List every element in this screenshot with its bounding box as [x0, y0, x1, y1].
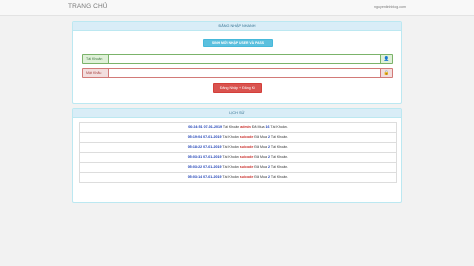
user-icon: 👤	[380, 55, 392, 63]
history-suffix: Tài Khoản.	[269, 135, 289, 139]
generate-credentials-button[interactable]: SINH MỚI NHẬP USER VÀ PASS	[203, 39, 273, 47]
home-link[interactable]: TRANG CHỦ	[68, 3, 108, 10]
history-user: suicode	[239, 135, 254, 139]
username-label: Tài Khoản	[83, 55, 109, 63]
history-time: 06:24:51 07-01-2019	[188, 125, 222, 129]
history-middle: Đã Mua	[253, 155, 268, 159]
history-row: 05:03:14 07-01-2019 Tài Khoản suicode Đã…	[79, 172, 397, 183]
history-panel-title: LỊCH SỬ	[73, 109, 401, 118]
password-label: Mật Khẩu	[83, 69, 109, 77]
site-link[interactable]: nguyenlinhblog.com	[374, 5, 406, 9]
password-field: Mật Khẩu 🔒	[82, 68, 393, 78]
history-user: suicode	[239, 145, 254, 149]
password-input[interactable]	[110, 69, 380, 77]
history-suffix: Tài Khoản.	[269, 155, 289, 159]
history-prefix: Tài Khoản	[221, 165, 240, 169]
history-suffix: Tài Khoản.	[269, 125, 288, 129]
history-middle: Đã Mua	[253, 175, 268, 179]
history-prefix: Tài Khoản	[221, 145, 240, 149]
username-input[interactable]	[110, 55, 380, 63]
history-time: 05:19:04 07-01-2019	[187, 135, 222, 139]
history-middle: Đã Mua	[253, 165, 268, 169]
history-user: suicode	[239, 165, 254, 169]
history-time: 05:18:22 07-01-2019	[187, 145, 222, 149]
lock-icon: 🔒	[380, 69, 392, 77]
history-suffix: Tài Khoản.	[269, 175, 289, 179]
login-register-button[interactable]: Đăng Nhập + Đăng Kí	[213, 83, 262, 93]
history-prefix: Tài Khoản	[221, 155, 240, 159]
history-list: 06:24:51 07-01-2019 Tài Khoản admin Đã M…	[79, 122, 397, 183]
history-user: suicode	[239, 175, 254, 179]
history-prefix: Tài Khoản	[221, 135, 240, 139]
history-panel: LỊCH SỬ 06:24:51 07-01-2019 Tài Khoản ad…	[72, 108, 402, 203]
history-time: 05:03:31 07-01-2019	[187, 155, 222, 159]
history-middle: Đã Mua	[253, 135, 268, 139]
username-field: Tài Khoản 👤	[82, 54, 393, 64]
history-middle: Đã Mua	[250, 125, 266, 129]
history-prefix: Tài Khoản	[221, 175, 240, 179]
history-prefix: Tài Khoản	[221, 125, 241, 129]
history-suffix: Tài Khoản.	[269, 145, 289, 149]
history-time: 05:03:22 07-01-2019	[187, 165, 222, 169]
history-user: suicode	[239, 155, 254, 159]
history-user: admin	[240, 125, 251, 129]
history-time: 05:03:14 07-01-2019	[187, 175, 222, 179]
login-panel-title: ĐĂNG NHẬP NHANH	[73, 22, 401, 31]
navbar: TRANG CHỦ nguyenlinhblog.com	[0, 0, 474, 16]
history-suffix: Tài Khoản.	[269, 165, 289, 169]
history-middle: Đã Mua	[253, 145, 268, 149]
login-panel: ĐĂNG NHẬP NHANH SINH MỚI NHẬP USER VÀ PA…	[72, 21, 402, 104]
